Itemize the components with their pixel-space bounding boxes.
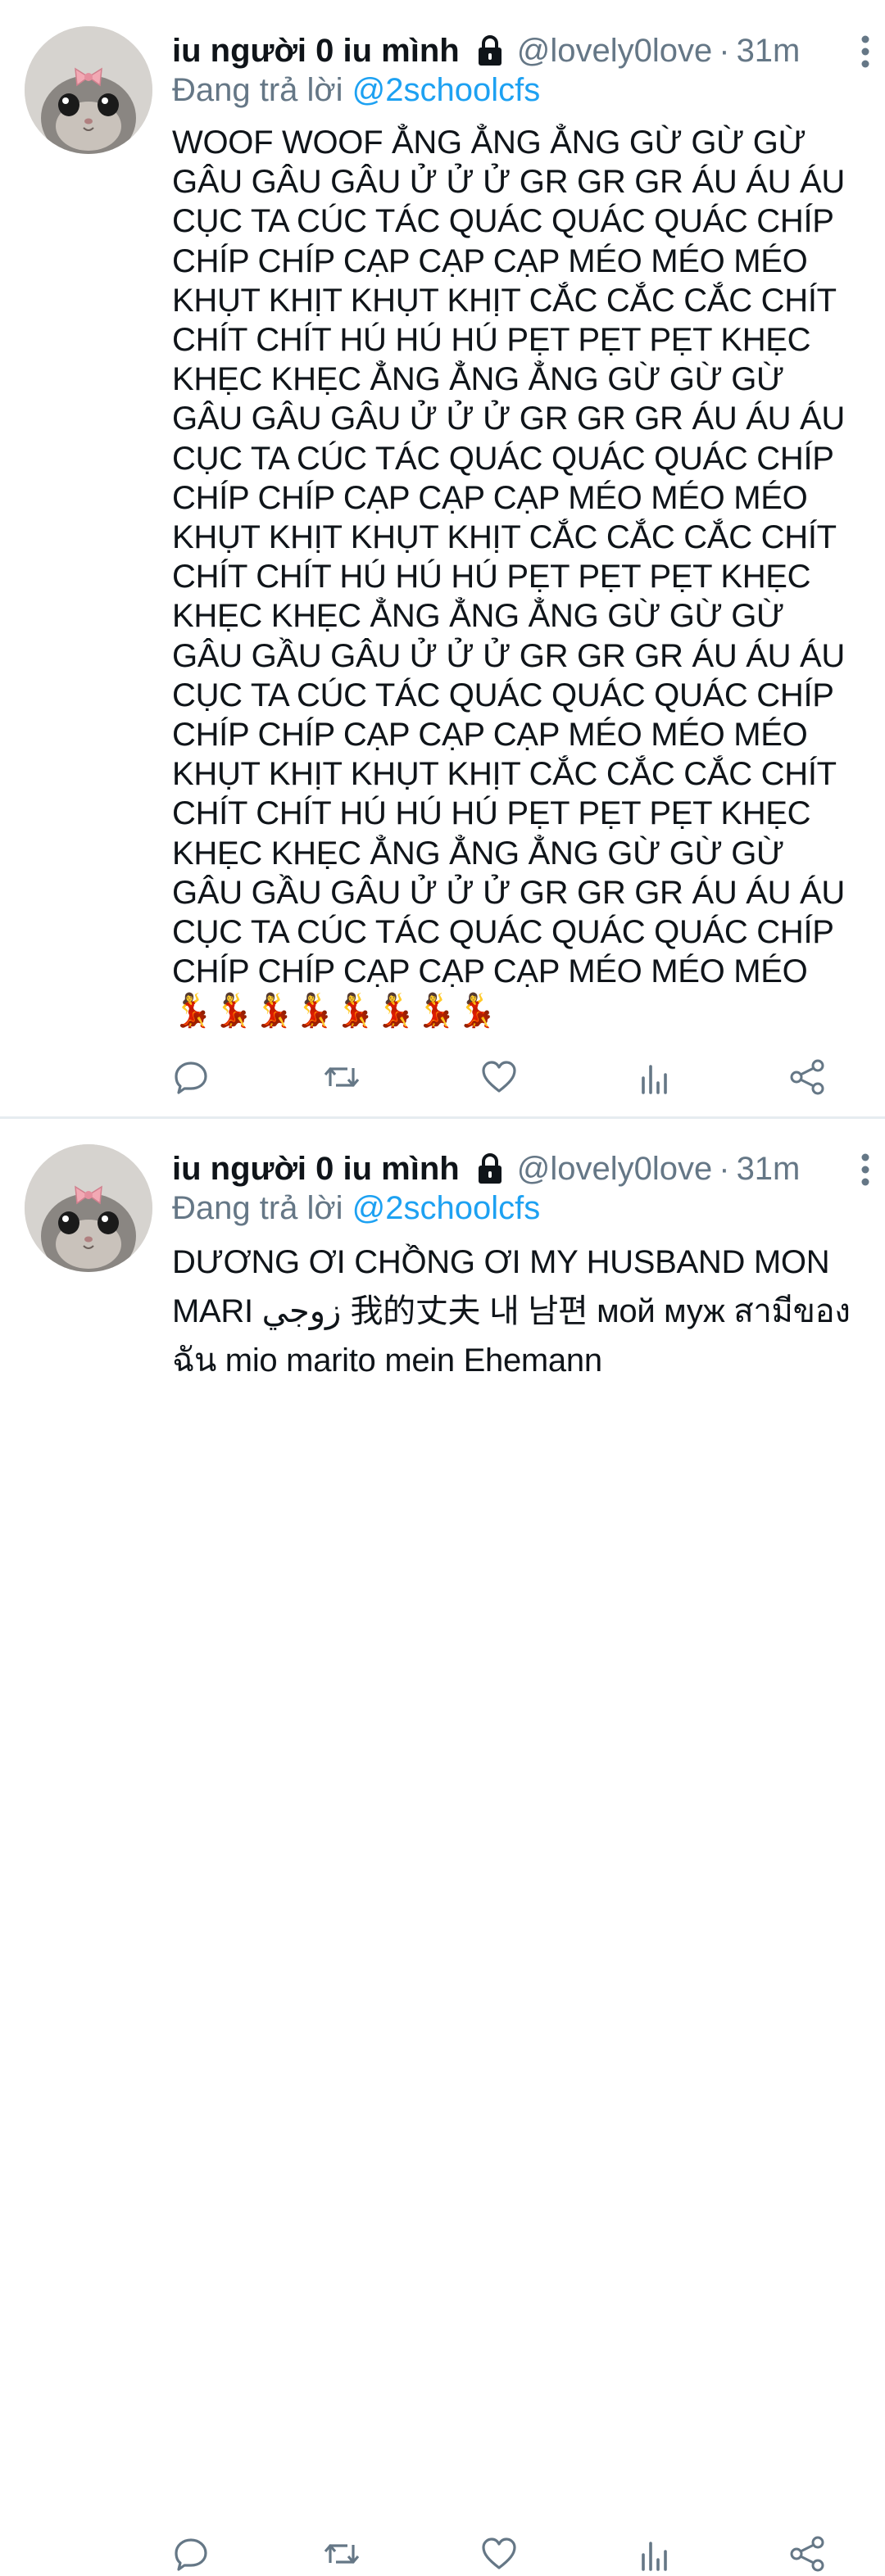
like-icon[interactable] [480, 2535, 518, 2573]
reply-prefix: Đang trả lời [172, 72, 352, 108]
tweet-header: iu người 0 iu mình @lovely0love · 31m [172, 29, 869, 72]
reply-mention-link[interactable]: @2schoolcfs [352, 72, 541, 108]
handle[interactable]: @lovely0love [517, 1151, 713, 1188]
tweet-actions [172, 1058, 844, 1099]
tweet-text: DƯƠNG ƠI CHỒNG ƠI MY HUSBAND MON MARI زو… [172, 1244, 851, 1379]
avatar[interactable] [25, 26, 152, 154]
share-icon[interactable] [788, 1058, 826, 1096]
tweet-header: iu người 0 iu mình @lovely0love · 31m [172, 1148, 869, 1190]
hamster-avatar-icon [25, 1144, 152, 1272]
analytics-icon[interactable] [636, 2535, 674, 2573]
like-icon[interactable] [480, 1058, 518, 1096]
analytics-icon[interactable] [636, 1058, 674, 1096]
timeline: iu người 0 iu mình @lovely0love · 31m Đa… [0, 0, 885, 2572]
retweet-icon[interactable] [323, 1058, 361, 1096]
reply-icon[interactable] [172, 1058, 210, 1096]
more-options-icon[interactable] [857, 1152, 874, 1187]
tweet[interactable]: iu người 0 iu mình @lovely0love · 31m Đa… [0, 0, 885, 1118]
avatar[interactable] [25, 1144, 152, 1272]
lock-icon [476, 34, 504, 67]
lock-icon [476, 1152, 504, 1185]
timestamp[interactable]: 31m [737, 33, 801, 70]
display-name[interactable]: iu người 0 iu mình [172, 33, 460, 70]
reply-context: Đang trả lời @2schoolcfs [172, 72, 540, 109]
display-name[interactable]: iu người 0 iu mình [172, 1151, 460, 1188]
reply-icon[interactable] [172, 2535, 210, 2573]
handle[interactable]: @lovely0love [517, 33, 713, 70]
tweet[interactable]: iu người 0 iu mình @lovely0love · 31m Đa… [0, 1118, 885, 2572]
tweet-text: WOOF WOOF ẲNG ẲNG ẲNG GỪ GỪ GỪ GÂU GÂU G… [172, 124, 845, 1030]
separator: · [719, 32, 730, 69]
hamster-avatar-icon [25, 26, 152, 154]
retweet-icon[interactable] [323, 2535, 361, 2573]
reply-context: Đang trả lời @2schoolcfs [172, 1190, 540, 1227]
reply-prefix: Đang trả lời [172, 1190, 352, 1226]
timestamp[interactable]: 31m [737, 1151, 801, 1188]
more-options-icon[interactable] [857, 34, 874, 69]
tweet-actions [172, 2535, 844, 2576]
share-icon[interactable] [788, 2535, 826, 2573]
separator: · [719, 1150, 730, 1187]
reply-mention-link[interactable]: @2schoolcfs [352, 1190, 541, 1226]
